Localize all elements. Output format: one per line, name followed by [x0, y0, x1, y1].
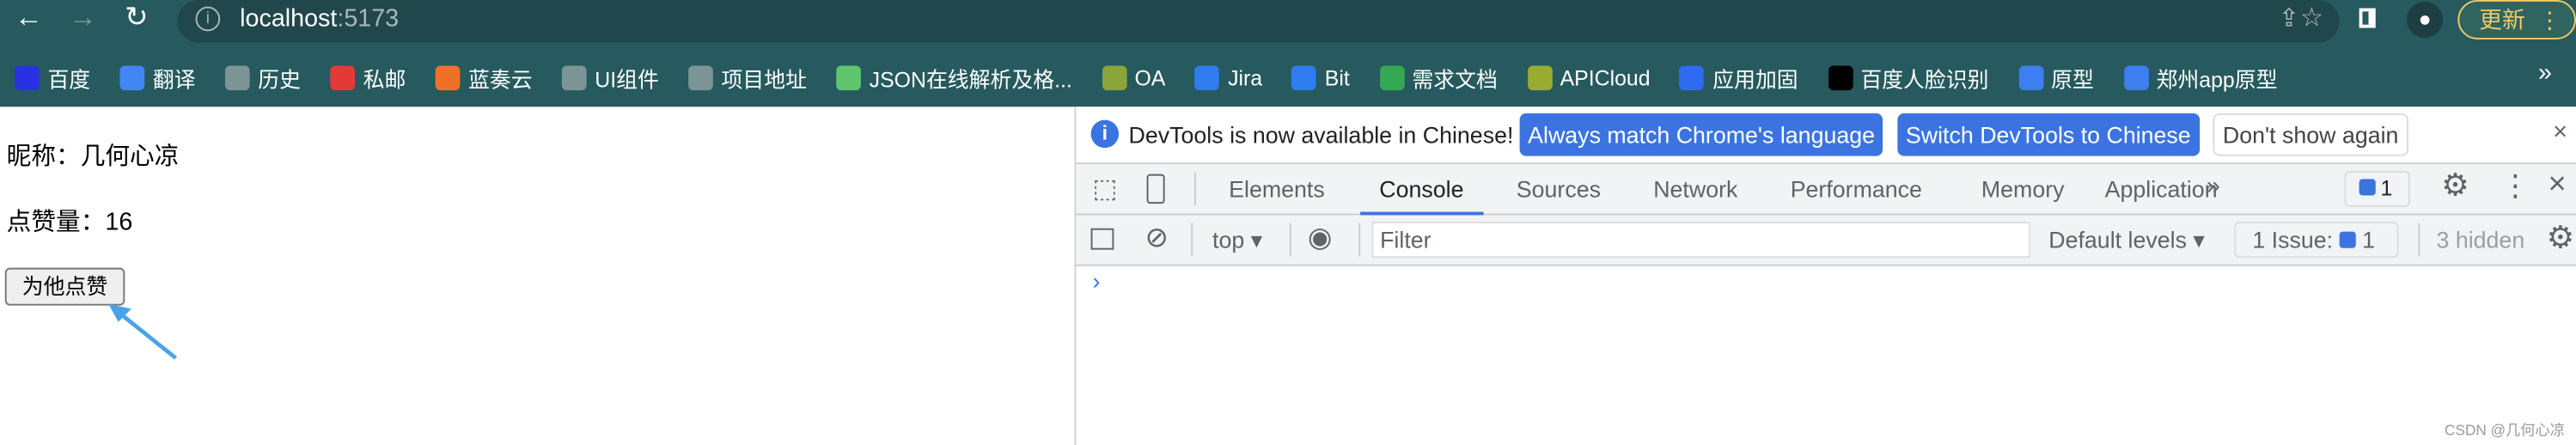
bookmark-item[interactable]: 应用加固 — [1679, 62, 1798, 93]
mail-icon — [330, 64, 356, 90]
reload-icon[interactable]: ↻ — [125, 2, 148, 34]
device-toolbar-icon[interactable] — [1146, 174, 1165, 204]
lanzou-icon — [435, 64, 461, 90]
jira-icon — [1194, 64, 1220, 90]
issue-icon — [2359, 179, 2376, 196]
bookmark-star-icon[interactable]: ☆ — [2300, 2, 2323, 34]
json-icon — [836, 64, 862, 90]
tab-network[interactable]: Network — [1653, 176, 1737, 203]
divider — [1289, 223, 1291, 257]
hidden-count: 3 hidden — [2436, 226, 2525, 253]
browser-toolbar: ← → ↻ i localhost:5173 ⇪ ☆ ● 更新 ⋮ 百度 翻译 历史私… — [0, 0, 2576, 107]
log-levels-dropdown[interactable]: Default levels ▾ — [2048, 227, 2205, 255]
bookmark-item[interactable]: 历史 — [225, 62, 301, 93]
bookmarks-bar: 百度 翻译 历史 私邮 蓝奏云 UI组件 项目地址 JSON在线解析及格... OA Jira Bi… — [15, 63, 2297, 92]
bookmark-item[interactable]: 百度 — [15, 62, 90, 93]
console-settings-icon[interactable]: ⚙ — [2547, 220, 2575, 258]
forward-icon[interactable]: → — [69, 2, 97, 34]
ai-icon — [1828, 64, 1853, 90]
side-panel-icon[interactable] — [2359, 8, 2376, 28]
switch-to-chinese-button[interactable]: Switch DevTools to Chinese — [1897, 113, 2200, 156]
baidu-icon — [15, 64, 40, 90]
language-infobar: i DevTools is now available in Chinese! … — [1076, 107, 2576, 165]
prototype-icon — [2017, 64, 2043, 90]
bitbucket-icon — [1291, 64, 1317, 90]
issues-counter-button[interactable]: 1 Issue: 1 — [2234, 222, 2399, 259]
folder-icon — [562, 64, 587, 90]
tab-elements[interactable]: Elements — [1229, 176, 1325, 203]
live-expression-eye-icon[interactable]: ◉ — [1308, 222, 1332, 254]
divider — [2418, 223, 2420, 257]
close-devtools-icon[interactable]: × — [2549, 168, 2567, 204]
tab-memory[interactable]: Memory — [1981, 176, 2065, 203]
bookmark-item[interactable]: 项目地址 — [688, 62, 807, 93]
url-text[interactable]: localhost:5173 — [240, 5, 399, 34]
close-infobar-icon[interactable]: × — [2553, 119, 2567, 147]
folder-icon — [688, 64, 713, 90]
bookmark-item[interactable]: 郑州app原型 — [2123, 62, 2277, 93]
tab-performance[interactable]: Performance — [1791, 176, 1922, 203]
sheet-icon — [1379, 64, 1404, 90]
infobar-message: DevTools is now available in Chinese! — [1128, 121, 1514, 149]
watermark: CSDN @几何心凉 — [2445, 422, 2565, 439]
more-bookmarks-icon[interactable]: » — [2538, 59, 2552, 88]
bookmark-item[interactable]: JSON在线解析及格... — [836, 62, 1072, 93]
settings-icon[interactable]: ⚙ — [2441, 168, 2469, 205]
devtools-tabbar: ⬚ Elements Console Sources Network Performan… — [1076, 164, 2576, 216]
shield-icon — [1679, 64, 1705, 90]
issue-icon — [2339, 231, 2356, 248]
tab-sources[interactable]: Sources — [1517, 176, 1601, 203]
bookmark-item[interactable]: 翻译 — [119, 62, 196, 93]
bookmark-item[interactable]: OA — [1102, 64, 1165, 90]
bookmark-item[interactable]: UI组件 — [562, 62, 659, 93]
divider — [1194, 172, 1196, 205]
prototype-icon — [2123, 64, 2148, 90]
console-toolbar: ⊘ top ▾ ◉ Filter Default levels ▾ 1 Issu… — [1076, 215, 2576, 266]
update-button[interactable]: 更新 ⋮ — [2457, 0, 2576, 40]
bookmark-item[interactable]: 百度人脸识别 — [1828, 62, 1989, 93]
bookmark-item[interactable]: Bit — [1291, 64, 1350, 90]
bookmark-item[interactable]: Jira — [1194, 64, 1262, 90]
share-icon[interactable]: ⇪ — [2279, 3, 2299, 34]
bookmark-item[interactable]: APICloud — [1527, 64, 1651, 90]
address-bar[interactable] — [177, 0, 2340, 43]
folder-icon — [225, 64, 250, 90]
info-icon[interactable]: i — [195, 6, 221, 32]
bookmark-item[interactable]: 原型 — [2017, 62, 2094, 93]
bookmark-item[interactable]: 私邮 — [330, 62, 406, 93]
likes-text: 点赞量：16 — [6, 208, 133, 237]
divider — [1358, 223, 1361, 257]
info-icon: i — [1090, 119, 1120, 149]
always-match-language-button[interactable]: Always match Chrome's language — [1519, 113, 1883, 156]
devtools-panel: i DevTools is now available in Chinese! … — [1074, 107, 2576, 445]
dont-show-again-button[interactable]: Don't show again — [2213, 113, 2408, 156]
bookmark-item[interactable]: 蓝奏云 — [435, 62, 533, 93]
tab-application[interactable]: Application — [2105, 176, 2218, 203]
back-icon[interactable]: ← — [15, 2, 43, 34]
oa-icon — [1102, 64, 1126, 90]
divider — [1191, 223, 1193, 257]
nickname-text: 昵称：几何心凉 — [6, 143, 180, 171]
inspect-element-icon[interactable]: ⬚ — [1092, 173, 1117, 205]
clear-console-icon[interactable]: ⊘ — [1145, 222, 1169, 254]
menu-icon[interactable]: ⋮ — [2538, 2, 2561, 38]
sidebar-toggle-icon[interactable] — [1090, 228, 1114, 250]
profile-avatar-icon[interactable]: ● — [2407, 1, 2444, 38]
issues-button[interactable]: 1 — [2344, 170, 2410, 207]
console-prompt[interactable]: › — [1092, 268, 1100, 295]
more-tabs-icon[interactable]: » — [2207, 173, 2220, 201]
translate-icon — [119, 64, 145, 90]
apicloud-icon — [1527, 64, 1553, 90]
context-select[interactable]: top ▾ — [1212, 227, 1262, 255]
tab-console[interactable]: Console — [1359, 176, 1484, 216]
more-options-icon[interactable]: ⋮ — [2500, 169, 2530, 204]
bookmark-item[interactable]: 需求文档 — [1379, 62, 1498, 93]
filter-input[interactable]: Filter — [1371, 222, 2031, 259]
arrow-annotation — [108, 303, 178, 360]
